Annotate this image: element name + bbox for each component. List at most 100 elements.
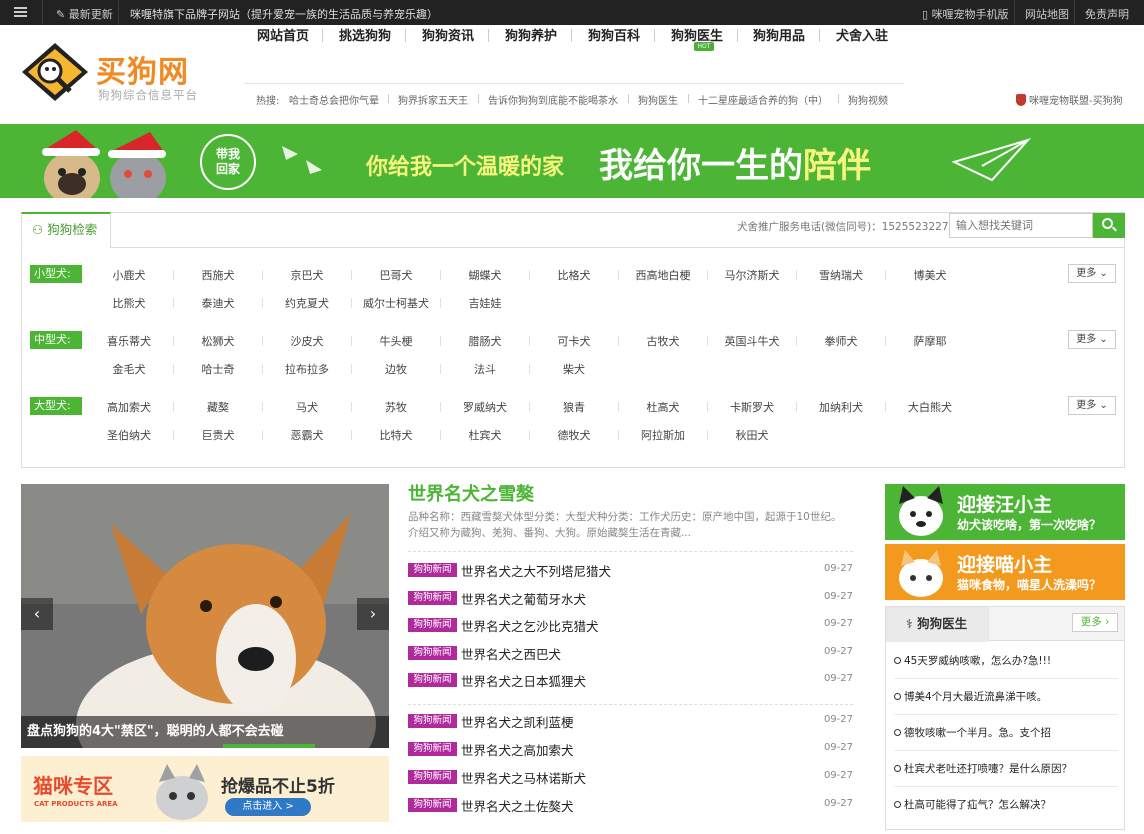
breed-link[interactable]: 柴犬 bbox=[529, 361, 619, 377]
news-item[interactable]: 狗狗新闻 世界名犬之马林诺斯犬 09-27 bbox=[408, 768, 853, 786]
breed-link[interactable]: 萨摩耶 bbox=[885, 333, 975, 349]
kitten-promo-banner[interactable]: 迎接喵小主 猫咪食物，喵星人洗澡吗？ bbox=[885, 544, 1125, 600]
sitemap-link[interactable]: 网站地图 bbox=[1025, 6, 1069, 22]
nav-kennel-join[interactable]: 犬舍入驻 bbox=[836, 25, 888, 44]
news-tag[interactable]: 狗狗新闻 bbox=[408, 714, 457, 728]
enter-button[interactable]: 点击进入 > bbox=[225, 798, 311, 816]
breed-link[interactable]: 可卡犬 bbox=[529, 333, 619, 349]
breed-link[interactable]: 小鹿犬 bbox=[84, 267, 174, 283]
news-tag[interactable]: 狗狗新闻 bbox=[408, 563, 457, 577]
feature-title[interactable]: 世界名犬之雪獒 bbox=[408, 480, 534, 506]
question-item[interactable]: 45天罗威纳咳嗽，怎么办?急!!! bbox=[894, 653, 1118, 673]
hot-search-item[interactable]: 哈士奇总会把你气晕 bbox=[289, 92, 379, 107]
breed-link[interactable]: 牛头梗 bbox=[351, 333, 441, 349]
disclaimer-link[interactable]: 免责声明 bbox=[1085, 6, 1129, 22]
breed-link[interactable]: 威尔士柯基犬 bbox=[351, 295, 441, 311]
tab-dog-search[interactable]: ⚇ 狗狗检索 bbox=[21, 212, 111, 248]
hot-search-item[interactable]: 狗狗医生 bbox=[638, 92, 678, 107]
news-tag[interactable]: 狗狗新闻 bbox=[408, 618, 457, 632]
more-button[interactable]: 更多 ⌄ bbox=[1068, 396, 1116, 415]
logo-icon[interactable] bbox=[20, 41, 90, 103]
breed-link[interactable]: 藏獒 bbox=[173, 399, 263, 415]
breed-link[interactable]: 沙皮犬 bbox=[262, 333, 352, 349]
nav-choose-dog[interactable]: 挑选狗狗 bbox=[339, 25, 391, 44]
nav-care[interactable]: 狗狗养护 bbox=[505, 25, 557, 44]
cat-zone-banner[interactable]: 猫咪专区 CAT PRODUCTS AREA 抢爆品不止5折 点击进入 > bbox=[21, 756, 389, 822]
slider-dot-active[interactable] bbox=[223, 744, 315, 748]
breed-link[interactable]: 比特犬 bbox=[351, 427, 441, 443]
hero-banner[interactable]: 带我 回家 你给我一个温暖的家 我给你一生的陪伴 bbox=[0, 124, 1144, 198]
breed-link[interactable]: 比熊犬 bbox=[84, 295, 174, 311]
question-item[interactable]: 博美4个月大最近流鼻涕干咳。 bbox=[894, 689, 1118, 709]
nav-encyclopedia[interactable]: 狗狗百科 bbox=[588, 25, 640, 44]
breed-link[interactable]: 哈士奇 bbox=[173, 361, 263, 377]
breed-link[interactable]: 加纳利犬 bbox=[796, 399, 886, 415]
breed-link[interactable]: 蝴蝶犬 bbox=[440, 267, 530, 283]
latest-update-link[interactable]: ✎ 最新更新 bbox=[56, 6, 113, 22]
breed-link[interactable]: 博美犬 bbox=[885, 267, 975, 283]
search-input[interactable] bbox=[949, 213, 1093, 238]
news-item[interactable]: 狗狗新闻 世界名犬之葡萄牙水犬 09-27 bbox=[408, 589, 853, 607]
logo-title[interactable]: 买狗网 bbox=[96, 47, 189, 91]
nav-supplies[interactable]: 狗狗用品 bbox=[753, 25, 805, 44]
breed-link[interactable]: 雪纳瑞犬 bbox=[796, 267, 886, 283]
breed-link[interactable]: 拉布拉多 bbox=[262, 361, 352, 377]
more-button[interactable]: 更多 ⌄ bbox=[1068, 330, 1116, 349]
news-tag[interactable]: 狗狗新闻 bbox=[408, 673, 457, 687]
news-title[interactable]: 世界名犬之西巴犬 bbox=[461, 644, 561, 663]
tab-dog-doctor[interactable]: ⚕ 狗狗医生 bbox=[886, 607, 989, 642]
news-title[interactable]: 世界名犬之凯利蓝梗 bbox=[461, 712, 574, 731]
nav-news[interactable]: 狗狗资讯 bbox=[422, 25, 474, 44]
breed-link[interactable]: 杜高犬 bbox=[618, 399, 708, 415]
breed-link[interactable]: 卡斯罗犬 bbox=[707, 399, 797, 415]
menu-icon[interactable] bbox=[14, 5, 27, 19]
breed-link[interactable]: 西高地白梗 bbox=[618, 267, 708, 283]
doctor-more-button[interactable]: 更多 › bbox=[1072, 613, 1118, 632]
more-button[interactable]: 更多 ⌄ bbox=[1068, 264, 1116, 283]
news-title[interactable]: 世界名犬之葡萄牙水犬 bbox=[461, 589, 586, 608]
puppy-promo-banner[interactable]: 迎接汪小主 幼犬该吃啥，第一次吃啥？ bbox=[885, 484, 1125, 540]
breed-link[interactable]: 恶霸犬 bbox=[262, 427, 352, 443]
news-title[interactable]: 世界名犬之日本狐狸犬 bbox=[461, 671, 586, 690]
breed-link[interactable]: 西施犬 bbox=[173, 267, 263, 283]
breed-link[interactable]: 巴哥犬 bbox=[351, 267, 441, 283]
question-item[interactable]: 杜高可能得了疝气？怎么解决？ bbox=[894, 797, 1118, 817]
size-label[interactable]: 小型犬: bbox=[30, 265, 82, 283]
image-slider[interactable]: ‹ › 盘点狗狗的4大"禁区"，聪明的人都不会去碰 bbox=[21, 484, 389, 748]
breed-link[interactable]: 巨贵犬 bbox=[173, 427, 263, 443]
breed-link[interactable]: 大白熊犬 bbox=[885, 399, 975, 415]
breed-link[interactable]: 苏牧 bbox=[351, 399, 441, 415]
news-item[interactable]: 狗狗新闻 世界名犬之高加索犬 09-27 bbox=[408, 740, 853, 758]
news-item[interactable]: 狗狗新闻 世界名犬之乞沙比克猎犬 09-27 bbox=[408, 616, 853, 634]
question-item[interactable]: 杜宾犬老吐还打喷嚏？是什么原因？ bbox=[894, 761, 1118, 781]
size-label[interactable]: 中型犬: bbox=[30, 331, 82, 349]
news-item[interactable]: 狗狗新闻 世界名犬之日本狐狸犬 09-27 bbox=[408, 671, 853, 689]
hot-search-item[interactable]: 十二星座最适合养的狗（中） bbox=[698, 92, 828, 107]
mobile-link[interactable]: ▯ 咪喱宠物手机版 bbox=[922, 6, 1009, 22]
news-tag[interactable]: 狗狗新闻 bbox=[408, 770, 457, 784]
news-item[interactable]: 狗狗新闻 世界名犬之凯利蓝梗 09-27 bbox=[408, 712, 853, 730]
breed-link[interactable]: 德牧犬 bbox=[529, 427, 619, 443]
breed-link[interactable]: 法斗 bbox=[440, 361, 530, 377]
union-link[interactable]: 咪喱宠物联盟-买狗狗 bbox=[1016, 92, 1123, 107]
breed-link[interactable]: 喜乐蒂犬 bbox=[84, 333, 174, 349]
news-item[interactable]: 狗狗新闻 世界名犬之土佐獒犬 09-27 bbox=[408, 796, 853, 814]
nav-home[interactable]: 网站首页 bbox=[257, 25, 309, 44]
search-button[interactable] bbox=[1093, 213, 1125, 238]
breed-link[interactable]: 圣伯纳犬 bbox=[84, 427, 174, 443]
breed-link[interactable]: 腊肠犬 bbox=[440, 333, 530, 349]
news-tag[interactable]: 狗狗新闻 bbox=[408, 798, 457, 812]
breed-link[interactable]: 阿拉斯加 bbox=[618, 427, 708, 443]
hot-search-item[interactable]: 告诉你狗狗到底能不能喝茶水 bbox=[488, 92, 618, 107]
news-item[interactable]: 狗狗新闻 世界名犬之大不列塔尼猎犬 09-27 bbox=[408, 561, 853, 579]
news-tag[interactable]: 狗狗新闻 bbox=[408, 646, 457, 660]
breed-link[interactable]: 高加索犬 bbox=[84, 399, 174, 415]
breed-link[interactable]: 京巴犬 bbox=[262, 267, 352, 283]
breed-link[interactable]: 罗威纳犬 bbox=[440, 399, 530, 415]
news-tag[interactable]: 狗狗新闻 bbox=[408, 742, 457, 756]
slider-next-button[interactable]: › bbox=[357, 598, 389, 630]
news-title[interactable]: 世界名犬之高加索犬 bbox=[461, 740, 574, 759]
breed-link[interactable]: 英国斗牛犬 bbox=[707, 333, 797, 349]
breed-link[interactable]: 比格犬 bbox=[529, 267, 619, 283]
breed-link[interactable]: 金毛犬 bbox=[84, 361, 174, 377]
